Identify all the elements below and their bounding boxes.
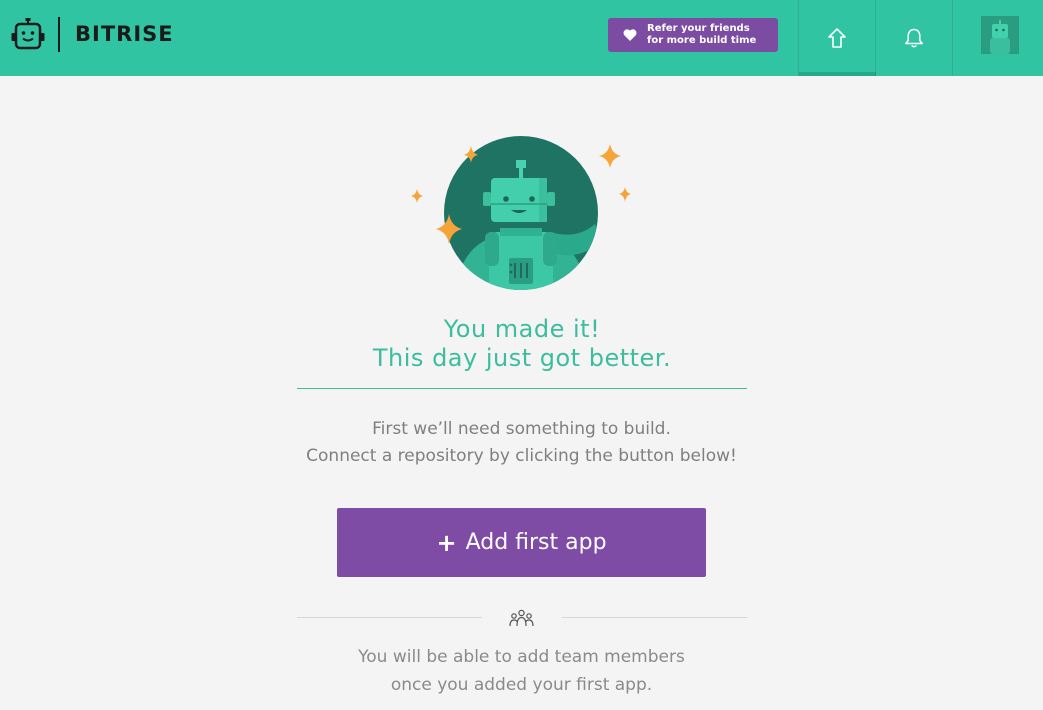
- nav-profile-button[interactable]: [952, 0, 1043, 76]
- refer-line-2: for more build time: [647, 35, 757, 46]
- headline-line-1: You made it!: [443, 315, 601, 343]
- sparkle-icon: [599, 144, 621, 168]
- team-divider-left: [297, 617, 482, 618]
- team-note-line-1: You will be able to add team members: [358, 647, 685, 667]
- brand-name[interactable]: BITRISE: [75, 22, 174, 46]
- refer-friends-button[interactable]: Refer your friends for more build time: [608, 18, 778, 52]
- sparkle-icon: [619, 187, 631, 202]
- sparkle-icon: [411, 189, 423, 203]
- robot-avatar-icon: [981, 16, 1019, 54]
- team-note-line-2: once you added your first app.: [390, 675, 653, 695]
- nav-notifications-button[interactable]: [875, 0, 952, 76]
- bitrise-robot-logo-icon[interactable]: [11, 18, 45, 50]
- avatar: [981, 16, 1019, 54]
- add-first-app-button[interactable]: + Add first app: [337, 508, 706, 577]
- intro-text: First we’ll need something to build. Con…: [240, 416, 803, 470]
- team-members-icon: [509, 609, 534, 627]
- plus-icon: +: [436, 528, 457, 557]
- headline-divider: [297, 388, 747, 389]
- home-icon: [828, 28, 846, 48]
- top-navigation-bar: BITRISE Refer your friends for more buil…: [0, 0, 1043, 76]
- celebration-robot-illustration: [411, 136, 631, 290]
- heart-icon: [623, 29, 637, 41]
- logo-divider: [58, 17, 60, 52]
- welcome-headline: You made it! This day just got better.: [297, 315, 747, 373]
- headline-line-2: This day just got better.: [372, 344, 672, 372]
- refer-friends-label: Refer your friends for more build time: [647, 23, 775, 47]
- intro-line-2: Connect a repository by clicking the but…: [306, 446, 737, 466]
- intro-line-1: First we’ll need something to build.: [372, 419, 671, 439]
- team-members-note: You will be able to add team members onc…: [270, 643, 773, 699]
- add-first-app-label: Add first app: [465, 530, 607, 555]
- team-divider-right: [562, 617, 747, 618]
- bell-icon: [905, 28, 923, 48]
- refer-line-1: Refer your friends: [647, 23, 750, 34]
- nav-home-button[interactable]: [798, 0, 876, 76]
